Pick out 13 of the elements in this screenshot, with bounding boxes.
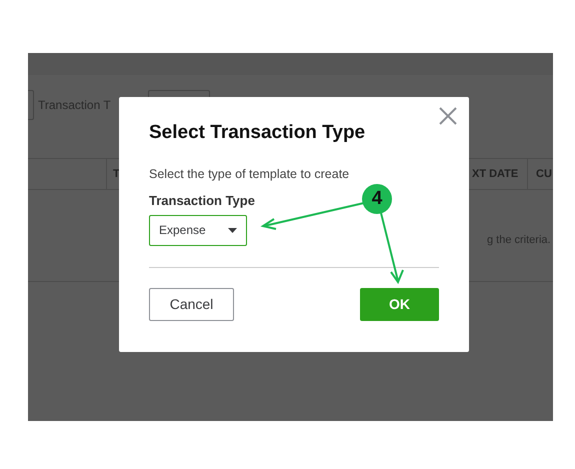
caret-icon bbox=[228, 228, 237, 233]
annotation-arrow bbox=[380, 212, 404, 284]
filter-box bbox=[28, 90, 34, 120]
dialog-title: Select Transaction Type bbox=[149, 121, 366, 145]
column-header: CU bbox=[535, 166, 552, 182]
close-button[interactable] bbox=[438, 106, 458, 126]
close-icon bbox=[439, 107, 457, 125]
field-label: Transaction Type bbox=[149, 192, 255, 210]
cancel-button[interactable]: Cancel bbox=[149, 288, 234, 321]
column-header: T bbox=[113, 168, 120, 180]
column-header: XT DATE bbox=[472, 166, 518, 182]
dialog-subtitle: Select the type of template to create bbox=[149, 166, 350, 183]
transaction-type-select[interactable]: Expense bbox=[149, 214, 247, 246]
